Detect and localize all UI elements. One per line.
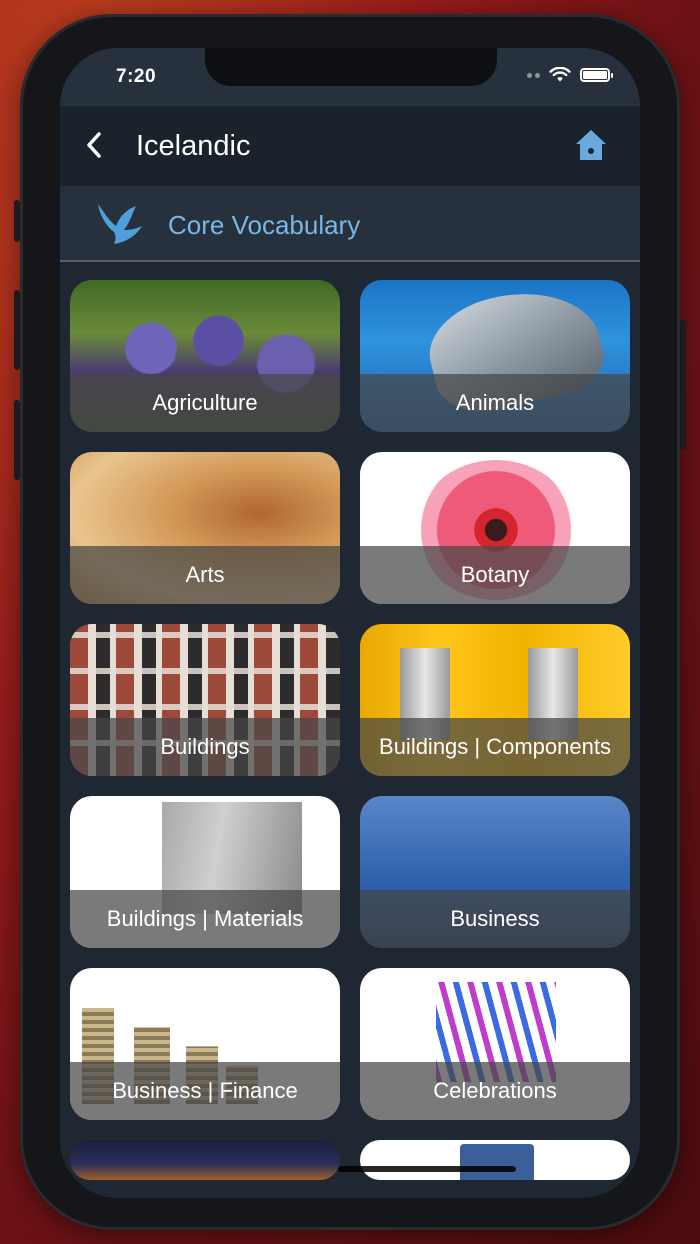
clothing-image [360,1140,630,1180]
category-tile-buildings[interactable]: Buildings [70,624,340,776]
cellular-signal-icon [527,72,540,78]
category-tile-business[interactable]: Business [360,796,630,948]
category-tile-animals[interactable]: Animals [360,280,630,432]
status-time: 7:20 [116,66,157,87]
category-tile-partial-clothing[interactable] [360,1140,630,1180]
category-tile-business-finance[interactable]: Business | Finance [70,968,340,1120]
category-label: Agriculture [70,374,340,432]
wifi-icon [549,67,571,82]
home-indicator [338,1166,516,1172]
category-label: Animals [360,374,630,432]
power-button [680,320,686,450]
section-header: Core Vocabulary [60,186,640,262]
status-icons [527,67,613,83]
city-image [70,1140,340,1180]
category-tile-buildings-components[interactable]: Buildings | Components [360,624,630,776]
notch [205,48,497,86]
chevron-left-icon[interactable] [80,128,110,162]
category-tile-buildings-materials[interactable]: Buildings | Materials [70,796,340,948]
category-label: Buildings | Components [360,718,630,776]
category-tile-agriculture[interactable]: Agriculture [70,280,340,432]
category-label: Buildings [70,718,340,776]
navigation-bar: Icelandic [60,106,640,186]
category-label: Botany [360,546,630,604]
category-tile-arts[interactable]: Arts [70,452,340,604]
category-tile-botany[interactable]: Botany [360,452,630,604]
category-label: Arts [70,546,340,604]
house-icon[interactable] [572,126,610,164]
status-bar: 7:20 [60,48,640,106]
category-tile-partial-city[interactable] [70,1140,340,1180]
battery-icon [580,68,613,82]
app-screen: 7:20 Icelandic Core Vocabulary Agricultu… [60,48,640,1198]
bird-logo-icon [98,204,142,244]
category-label: Buildings | Materials [70,890,340,948]
category-label: Business [360,890,630,948]
category-label: Celebrations [360,1062,630,1120]
section-title: Core Vocabulary [168,210,361,240]
category-tile-celebrations[interactable]: Celebrations [360,968,630,1120]
page-title: Icelandic [136,130,251,162]
category-label: Business | Finance [70,1062,340,1120]
